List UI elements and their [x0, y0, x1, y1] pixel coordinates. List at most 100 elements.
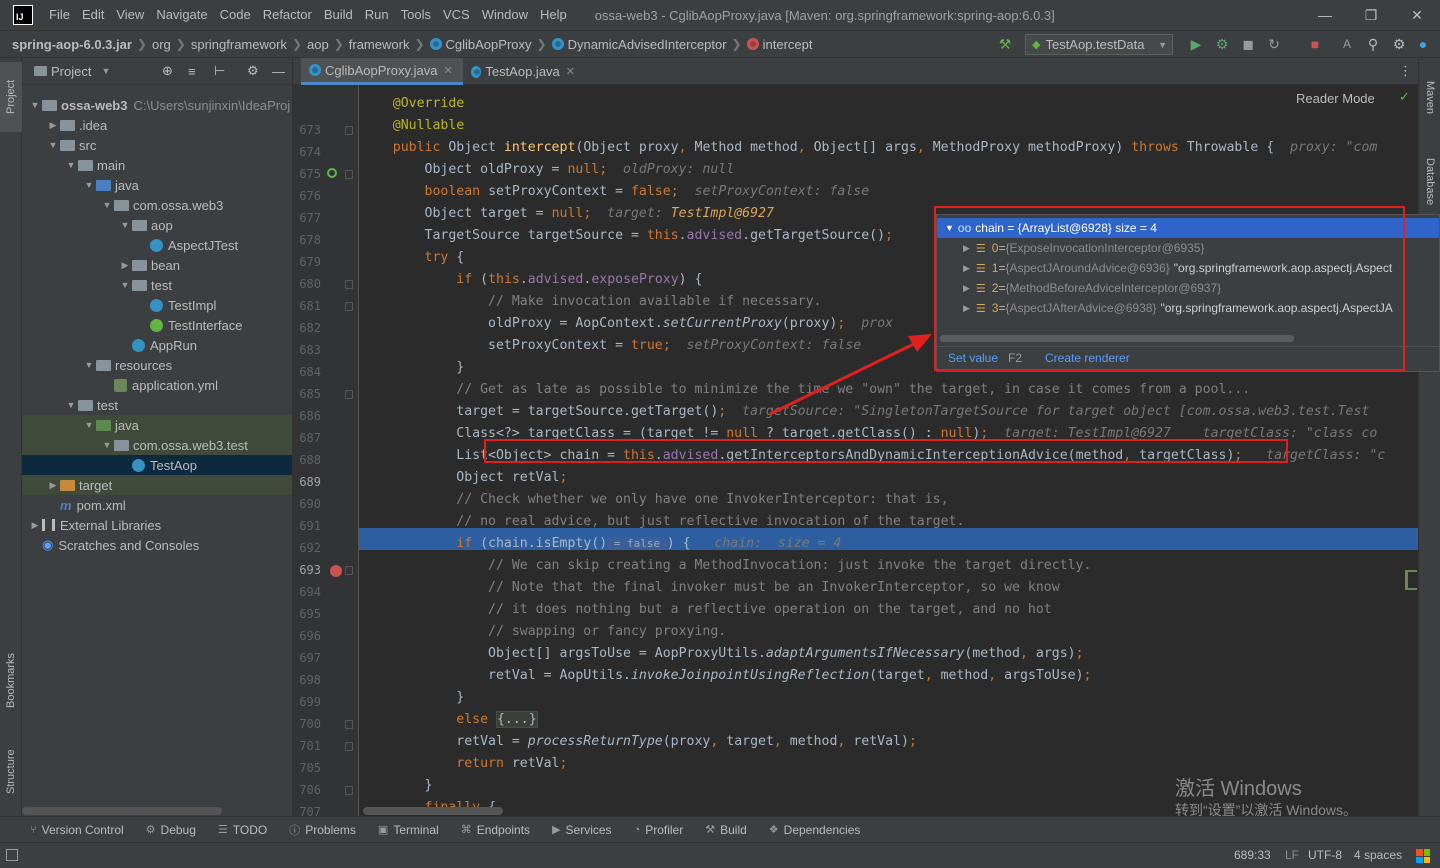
fold-marker-icon[interactable] [345, 566, 353, 575]
chevron-down-icon[interactable]: ▼ [64, 160, 78, 170]
menu-tools[interactable]: Tools [395, 0, 437, 30]
fold-marker-icon[interactable] [345, 390, 353, 399]
fold-marker-icon[interactable] [345, 742, 353, 751]
tool-tab-problems[interactable]: ⓘ Problems [289, 822, 356, 838]
tool-tab-terminal[interactable]: ▣ Terminal [378, 823, 439, 837]
settings-gear-icon[interactable]: ⚙ [1390, 35, 1408, 53]
tree-item-resources[interactable]: ▼ resources [22, 355, 292, 375]
maven-tool-tab[interactable]: Maven [1419, 68, 1440, 128]
menu-navigate[interactable]: Navigate [150, 0, 213, 30]
line-separator[interactable]: LF [1285, 848, 1299, 862]
tree-item-testinterface[interactable]: TestInterface [22, 315, 292, 335]
inspection-ok-icon[interactable]: ✓ [1399, 89, 1410, 105]
error-stripe-marker[interactable] [1405, 570, 1417, 590]
override-marker-icon[interactable] [327, 168, 337, 178]
tree-item-test[interactable]: ▼ test [22, 395, 292, 415]
tree-item--idea[interactable]: ▶ .idea [22, 115, 292, 135]
chevron-down-icon[interactable]: ▼ [118, 280, 132, 290]
menu-file[interactable]: File [43, 0, 76, 30]
tree-item-testimpl[interactable]: TestImpl [22, 295, 292, 315]
chevron-down-icon[interactable]: ▼ [28, 100, 42, 110]
tree-item-pom-xml[interactable]: m pom.xml [22, 495, 292, 515]
menu-run[interactable]: Run [359, 0, 395, 30]
collapse-all-icon[interactable]: ⊢ [214, 63, 225, 79]
minimize-icon[interactable]: — [1302, 0, 1348, 30]
breadcrumb-item[interactable]: intercept [746, 37, 812, 52]
tool-tab-build[interactable]: ⚒ Build [705, 823, 747, 837]
chevron-down-icon[interactable]: ▼ [118, 220, 132, 230]
fold-marker-icon[interactable] [345, 126, 353, 135]
horizontal-scrollbar[interactable] [22, 807, 222, 815]
chevron-down-icon[interactable]: ▼ [64, 400, 78, 410]
project-tool-tab[interactable]: Project [0, 62, 22, 132]
run-configuration-select[interactable]: ◆ TestAop.testData ▼ [1025, 34, 1173, 55]
menu-build[interactable]: Build [318, 0, 359, 30]
tree-item-main[interactable]: ▼ main [22, 155, 292, 175]
tree-item-external-libraries[interactable]: ▶ External Libraries [22, 515, 292, 535]
chevron-right-icon[interactable]: ▶ [118, 260, 132, 271]
profile-icon[interactable]: ↻ [1265, 35, 1283, 53]
fold-marker-icon[interactable] [345, 302, 353, 311]
file-encoding[interactable]: UTF-8 [1308, 848, 1342, 862]
close-tab-icon[interactable]: ✕ [443, 64, 452, 77]
select-opened-file-icon[interactable]: ⊕ [162, 63, 173, 79]
chevron-right-icon[interactable]: ▶ [46, 120, 60, 131]
structure-tool-tab[interactable]: Structure [0, 736, 22, 808]
database-tool-tab[interactable]: Database [1419, 142, 1440, 222]
tree-item-target[interactable]: ▶ target [22, 475, 292, 495]
chevron-down-icon[interactable]: ▼ [82, 420, 96, 430]
close-window-icon[interactable]: ✕ [1394, 0, 1440, 30]
tree-item-aspectjtest[interactable]: AspectJTest [22, 235, 292, 255]
tree-item-ossa-web3[interactable]: ▼ ossa-web3 C:\Users\sunjinxin\IdeaProj [22, 95, 292, 115]
tool-tab-services[interactable]: ▶ Services [552, 823, 611, 837]
breakpoint-icon[interactable] [330, 565, 342, 577]
tree-item-testaop[interactable]: TestAop [22, 455, 292, 475]
menu-view[interactable]: View [110, 0, 150, 30]
reader-mode-toggle[interactable]: Reader Mode [1296, 91, 1375, 106]
tree-item-scratches-and-consoles[interactable]: ◉ Scratches and Consoles [22, 535, 292, 555]
menu-vcs[interactable]: VCS [437, 0, 476, 30]
tree-item-src[interactable]: ▼ src [22, 135, 292, 155]
chevron-right-icon[interactable]: ▶ [28, 520, 42, 531]
expand-all-icon[interactable]: ≡ [188, 64, 196, 79]
chevron-down-icon[interactable]: ▼ [82, 180, 96, 190]
caret-position[interactable]: 689:33 [1234, 848, 1271, 862]
tool-tab-profiler[interactable]: ◔ Profiler [634, 823, 684, 837]
tool-tab-endpoints[interactable]: ⌘ Endpoints [461, 823, 530, 837]
chevron-down-icon[interactable]: ▼ [82, 360, 96, 370]
breadcrumb-item[interactable]: spring-aop-6.0.3.jar [12, 37, 132, 52]
menu-edit[interactable]: Edit [76, 0, 110, 30]
chevron-down-icon[interactable]: ▼ [100, 440, 114, 450]
menu-refactor[interactable]: Refactor [257, 0, 318, 30]
breadcrumb-item[interactable]: springframework [191, 37, 287, 52]
menu-code[interactable]: Code [214, 0, 257, 30]
menu-help[interactable]: Help [534, 0, 573, 30]
breadcrumb-item[interactable]: DynamicAdvisedInterceptor [551, 37, 727, 52]
tab-cglibaopproxy[interactable]: CglibAopProxy.java ✕ [301, 58, 463, 85]
fold-marker-icon[interactable] [345, 720, 353, 729]
plugin-logo-icon[interactable]: ● [1414, 35, 1432, 53]
more-tabs-icon[interactable]: ⋮ [1399, 63, 1412, 79]
intellij-logo-icon[interactable]: IJ [13, 5, 33, 25]
tool-tab-version-control[interactable]: ⑂ Version Control [30, 823, 124, 837]
tool-tab-todo[interactable]: ☰ TODO [218, 823, 267, 837]
search-icon[interactable]: ⚲ [1364, 35, 1382, 53]
breadcrumb-item[interactable]: framework [349, 37, 410, 52]
coverage-icon[interactable]: ◼ [1239, 35, 1257, 53]
hide-panel-icon[interactable]: — [272, 64, 285, 79]
breadcrumb-item[interactable]: aop [307, 37, 329, 52]
run-icon[interactable]: ▶ [1187, 35, 1205, 53]
project-view-select[interactable]: Project [51, 64, 91, 79]
tool-tab-debug[interactable]: ⚙ Debug [146, 823, 196, 837]
fold-marker-icon[interactable] [345, 786, 353, 795]
tree-item-com-ossa-web3[interactable]: ▼ com.ossa.web3 [22, 195, 292, 215]
tool-tab-dependencies[interactable]: ❖ Dependencies [769, 823, 861, 837]
breadcrumb-item[interactable]: org [152, 37, 171, 52]
close-tab-icon[interactable]: ✕ [566, 65, 575, 78]
breadcrumb-item[interactable]: CglibAopProxy [429, 37, 532, 52]
chevron-down-icon[interactable]: ▼ [100, 200, 114, 210]
tree-item-java[interactable]: ▼ java [22, 415, 292, 435]
chevron-right-icon[interactable]: ▶ [46, 480, 60, 491]
tree-item-com-ossa-web3-test[interactable]: ▼ com.ossa.web3.test [22, 435, 292, 455]
restore-icon[interactable]: ❐ [1348, 0, 1394, 30]
